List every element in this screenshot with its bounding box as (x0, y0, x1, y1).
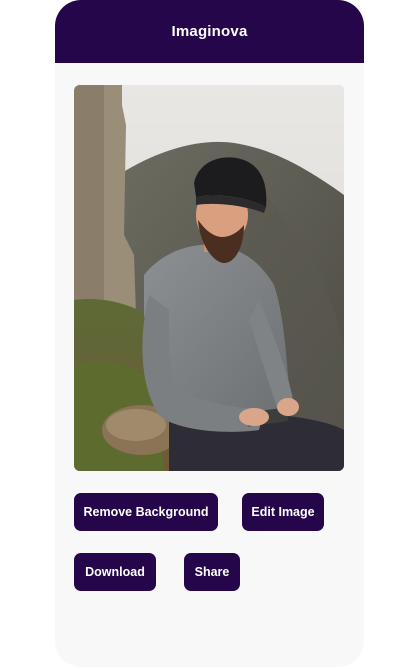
preview-image (74, 85, 344, 471)
share-button[interactable]: Share (184, 553, 240, 591)
app-screen: Imaginova Remove Background Edit Image D… (55, 0, 364, 667)
edit-image-button[interactable]: Edit Image (242, 493, 324, 531)
app-title: Imaginova (171, 22, 248, 40)
preview-image-graphic (74, 85, 344, 471)
remove-background-button[interactable]: Remove Background (74, 493, 218, 531)
app-header: Imaginova (55, 0, 364, 63)
download-button[interactable]: Download (74, 553, 156, 591)
